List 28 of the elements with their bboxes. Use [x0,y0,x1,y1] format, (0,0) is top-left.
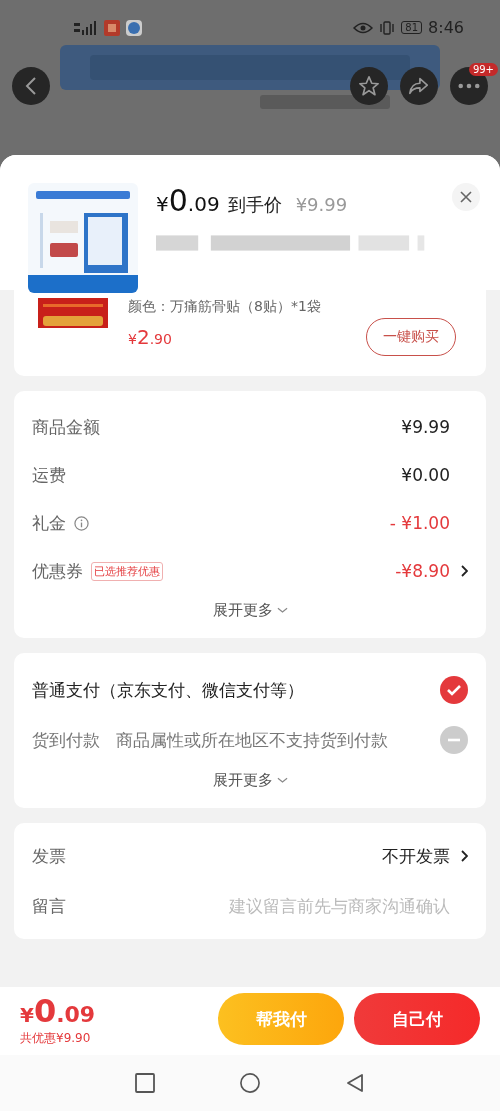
coupon-tag: 已选推荐优惠 [91,561,163,581]
payment-option[interactable]: 普通支付（京东支付、微信支付等） [14,665,486,715]
field-label: 发票 [32,844,66,868]
fee-label: 优惠券 [32,559,83,583]
price-label: 到手价 [227,193,282,217]
fee-label: 礼金 [32,511,66,535]
expand-more-button[interactable]: 展开更多 [204,765,296,808]
total-price: ¥0.09 [20,991,96,1030]
buy-now-button[interactable]: 一键购买 [366,318,456,356]
savings-text: 共优惠¥9.90 [20,1029,92,1047]
battery-level: 81 [401,21,423,34]
final-price: ¥0.09 [156,183,220,218]
variant-text: 颜色：万痛筋骨贴（8贴）*1袋 [128,298,322,316]
invoice-value[interactable]: 不开发票 [382,844,450,868]
fee-amount: -¥8.90 [395,561,450,581]
fee-label: 运费 [32,463,66,487]
clock: 8:46 [428,18,464,37]
fee-amount: ¥0.00 [401,465,450,485]
item-price: ¥2.90 [128,325,172,349]
original-price: ¥9.99 [295,194,348,215]
fee-amount: ¥9.99 [401,417,450,437]
pay-button[interactable]: 自己付 [354,993,480,1045]
fee-amount: - ¥1.00 [389,513,450,533]
message-field[interactable]: 建议留言前先与商家沟通确认 [150,896,450,916]
expand-more-button[interactable]: 展开更多 [204,595,296,638]
field-label: 留言 [32,894,66,918]
fee-label: 商品金额 [32,415,100,439]
payment-option: 货到付款 商品属性或所在地区不支持货到付款 [14,715,486,765]
